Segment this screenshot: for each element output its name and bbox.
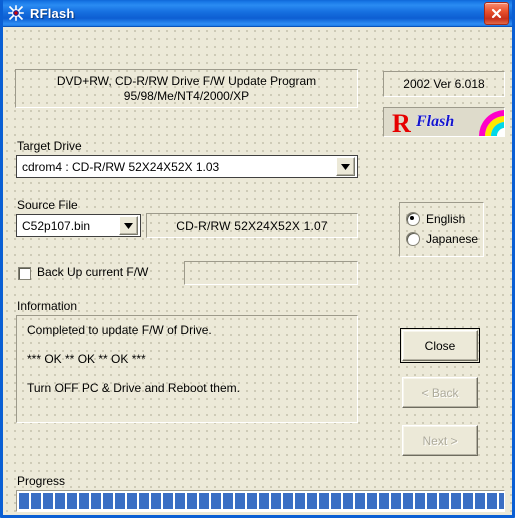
- progress-segment: [151, 493, 161, 509]
- progress-segment: [487, 493, 497, 509]
- progress-label: Progress: [17, 474, 66, 488]
- backup-firmware-checkbox[interactable]: [18, 267, 31, 280]
- progress-segment: [379, 493, 389, 509]
- information-line-3: Turn OFF PC & Drive and Reboot them.: [27, 381, 240, 395]
- backup-path-field[interactable]: [184, 261, 358, 285]
- language-group: English Japanese: [399, 202, 484, 257]
- progress-segment: [439, 493, 449, 509]
- language-option-japanese[interactable]: Japanese: [406, 232, 478, 246]
- progress-segment: [91, 493, 101, 509]
- chevron-down-icon[interactable]: [119, 216, 138, 235]
- close-button[interactable]: Close: [400, 328, 480, 363]
- progress-segment: [223, 493, 233, 509]
- language-option-english[interactable]: English: [406, 212, 465, 226]
- progress-segment: [235, 493, 245, 509]
- source-file-value: C52p107.bin: [22, 218, 91, 233]
- progress-segment: [43, 493, 53, 509]
- progress-segment: [355, 493, 365, 509]
- source-file-label: Source File: [17, 198, 78, 212]
- svg-text:Flash: Flash: [415, 113, 454, 130]
- progress-segment: [307, 493, 317, 509]
- source-file-info-text: CD-R/RW 52X24X52X 1.07: [176, 218, 328, 233]
- progress-segment: [463, 493, 473, 509]
- information-line-2: *** OK ** OK ** OK ***: [27, 352, 146, 366]
- source-file-info-panel: CD-R/RW 52X24X52X 1.07: [146, 213, 358, 238]
- information-label: Information: [17, 299, 78, 313]
- language-option-english-label: English: [426, 212, 466, 226]
- program-description-line1: DVD+RW, CD-R/RW Drive F/W Update Program: [56, 73, 317, 88]
- progress-segment: [295, 493, 305, 509]
- close-button-label: Close: [424, 338, 456, 353]
- progress-segment: [199, 493, 209, 509]
- progress-segment: [475, 493, 485, 509]
- progress-segment: [115, 493, 125, 509]
- progress-segment: [499, 493, 504, 509]
- progress-segment: [19, 493, 29, 509]
- next-button: Next >: [402, 425, 478, 456]
- rflash-window: RFlash DVD+RW, CD-R/RW Drive F/W Update …: [0, 0, 515, 518]
- progress-segment: [211, 493, 221, 509]
- progress-segment: [331, 493, 341, 509]
- target-drive-value: cdrom4 : CD-R/RW 52X24X52X 1.03: [22, 159, 220, 174]
- radio-selected-icon: [406, 212, 420, 226]
- version-panel: 2002 Ver 6.018: [383, 71, 505, 97]
- progress-segment: [103, 493, 113, 509]
- progress-segment: [127, 493, 137, 509]
- progress-segment: [403, 493, 413, 509]
- progress-segment: [451, 493, 461, 509]
- chevron-down-icon[interactable]: [336, 157, 355, 176]
- window-title: RFlash: [30, 5, 75, 21]
- progress-segment: [283, 493, 293, 509]
- rflash-logo: R Flash: [383, 107, 505, 137]
- progress-segment: [139, 493, 149, 509]
- target-drive-label: Target Drive: [17, 139, 82, 153]
- progress-segment: [343, 493, 353, 509]
- dialog-client-area: DVD+RW, CD-R/RW Drive F/W Update Program…: [3, 27, 512, 515]
- program-description-line2: 95/98/Me/NT4/2000/XP: [123, 88, 250, 103]
- program-description-panel: DVD+RW, CD-R/RW Drive F/W Update Program…: [15, 69, 358, 108]
- progress-segment: [31, 493, 41, 509]
- progress-segment: [55, 493, 65, 509]
- backup-firmware-label[interactable]: Back Up current F/W: [37, 265, 148, 279]
- radio-unselected-icon: [406, 232, 420, 246]
- progress-segment: [163, 493, 173, 509]
- back-button-label: < Back: [421, 385, 459, 400]
- information-panel: Completed to update F/W of Drive. *** OK…: [16, 315, 358, 423]
- language-option-japanese-label: Japanese: [426, 232, 479, 246]
- progress-bar: [16, 490, 505, 512]
- progress-segment: [247, 493, 257, 509]
- source-file-combobox[interactable]: C52p107.bin: [16, 214, 141, 237]
- close-icon[interactable]: [484, 1, 509, 25]
- progress-segment: [271, 493, 281, 509]
- information-line-1: Completed to update F/W of Drive.: [27, 323, 212, 337]
- progress-segment: [367, 493, 377, 509]
- progress-segment: [67, 493, 77, 509]
- next-button-label: Next >: [422, 433, 458, 448]
- progress-segment: [415, 493, 425, 509]
- back-button: < Back: [402, 377, 478, 408]
- progress-segment: [187, 493, 197, 509]
- target-drive-combobox[interactable]: cdrom4 : CD-R/RW 52X24X52X 1.03: [16, 155, 358, 178]
- progress-segment: [319, 493, 329, 509]
- rflash-star-icon: [7, 4, 25, 22]
- progress-segment: [175, 493, 185, 509]
- progress-bar-fill: [19, 493, 504, 509]
- progress-segment: [427, 493, 437, 509]
- progress-segment: [259, 493, 269, 509]
- title-bar: RFlash: [3, 0, 512, 27]
- svg-text:R: R: [392, 109, 411, 136]
- version-text: 2002 Ver 6.018: [403, 77, 485, 91]
- progress-segment: [79, 493, 89, 509]
- progress-segment: [391, 493, 401, 509]
